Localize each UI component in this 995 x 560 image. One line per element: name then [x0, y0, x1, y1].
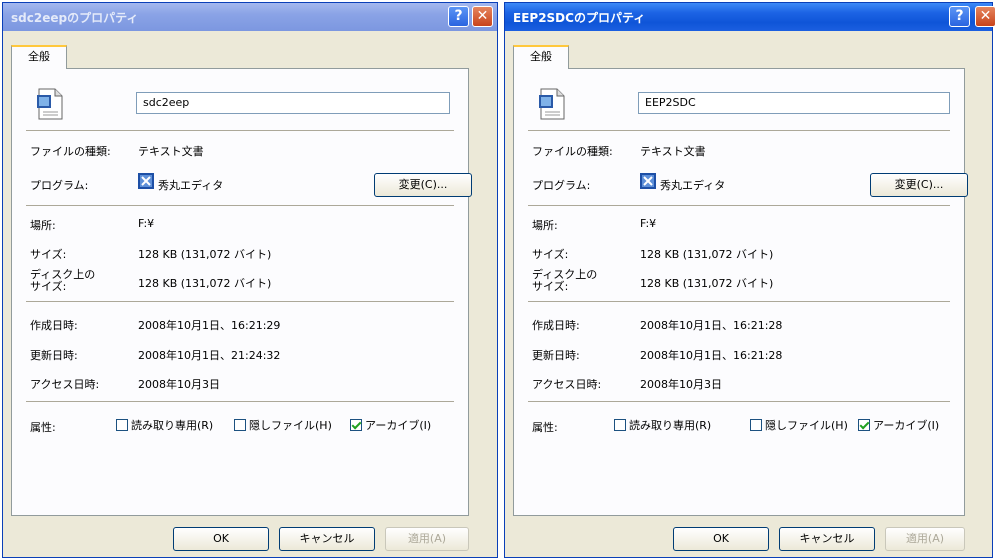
- hidden-checkbox[interactable]: 隠しファイル(H): [750, 417, 848, 433]
- hidden-checkbox-label: 隠しファイル(H): [249, 419, 332, 432]
- accessed-value: 2008年10月3日: [640, 378, 722, 391]
- cancel-button[interactable]: キャンセル: [779, 527, 875, 551]
- program-value: 秀丸エディタ: [158, 179, 224, 192]
- accessed-label: アクセス日時:: [532, 378, 602, 391]
- text-file-icon: [37, 88, 63, 120]
- file-name-input[interactable]: EEP2SDC: [638, 92, 950, 114]
- divider: [26, 401, 454, 402]
- properties-dialog-sdc2eep: sdc2eepのプロパティ ? ✕ 全般 sdc2eep ファイルの種類: テキ…: [2, 2, 498, 558]
- readonly-checkbox[interactable]: 読み取り専用(R): [116, 417, 213, 433]
- title-bar[interactable]: EEP2SDCのプロパティ ? ✕: [505, 3, 995, 31]
- size-value: 128 KB (131,072 バイト): [640, 248, 774, 261]
- text-file-icon: [539, 88, 565, 120]
- checkbox-box[interactable]: [614, 419, 626, 431]
- size-value: 128 KB (131,072 バイト): [138, 248, 272, 261]
- modified-value: 2008年10月1日、16:21:28: [640, 349, 783, 362]
- archive-checkbox-label: アーカイブ(I): [365, 419, 432, 432]
- general-tab-panel: EEP2SDC ファイルの種類: テキスト文書 プログラム: 秀丸エディタ 変更…: [513, 68, 968, 516]
- attributes-label: 属性:: [532, 421, 558, 434]
- window-title: EEP2SDCのプロパティ: [513, 11, 646, 25]
- checkbox-box[interactable]: [750, 419, 762, 431]
- divider: [528, 130, 950, 131]
- apply-button[interactable]: 適用(A): [885, 527, 965, 551]
- file-type-label: ファイルの種類:: [30, 145, 111, 158]
- disk-size-value: 128 KB (131,072 バイト): [640, 277, 774, 290]
- divider: [528, 205, 950, 206]
- apply-button[interactable]: 適用(A): [385, 527, 469, 551]
- ok-button[interactable]: OK: [673, 527, 769, 551]
- close-button[interactable]: ✕: [975, 6, 995, 27]
- help-button[interactable]: ?: [949, 6, 970, 27]
- disk-size-value: 128 KB (131,072 バイト): [138, 277, 272, 290]
- divider: [26, 130, 454, 131]
- readonly-checkbox-label: 読み取り専用(R): [629, 419, 712, 432]
- size-label: サイズ:: [30, 248, 67, 261]
- tab-general[interactable]: 全般: [11, 45, 67, 69]
- checkbox-box[interactable]: [116, 419, 128, 431]
- hidden-checkbox[interactable]: 隠しファイル(H): [234, 417, 332, 433]
- file-type-value: テキスト文書: [138, 145, 204, 158]
- readonly-checkbox-label: 読み取り専用(R): [131, 419, 214, 432]
- cancel-button[interactable]: キャンセル: [279, 527, 375, 551]
- location-value: F:¥: [640, 217, 657, 230]
- program-label: プログラム:: [532, 179, 591, 192]
- location-label: 場所:: [532, 219, 558, 232]
- archive-checkbox[interactable]: アーカイブ(I): [350, 417, 431, 433]
- file-type-value: テキスト文書: [640, 145, 706, 158]
- disk-size-label: ディスク上のサイズ:: [30, 268, 96, 293]
- created-value: 2008年10月1日、16:21:29: [138, 319, 281, 332]
- divider: [528, 401, 950, 402]
- window-title: sdc2eepのプロパティ: [11, 11, 139, 25]
- archive-checkbox-label: アーカイブ(I): [873, 419, 940, 432]
- program-value: 秀丸エディタ: [660, 179, 726, 192]
- file-name-input[interactable]: sdc2eep: [136, 92, 450, 114]
- checkbox-box-checked[interactable]: [858, 419, 870, 431]
- help-button[interactable]: ?: [448, 6, 469, 27]
- created-value: 2008年10月1日、16:21:28: [640, 319, 783, 332]
- size-label: サイズ:: [532, 248, 569, 261]
- title-bar[interactable]: sdc2eepのプロパティ ? ✕: [3, 3, 497, 31]
- divider: [26, 205, 454, 206]
- properties-dialog-eep2sdc: EEP2SDCのプロパティ ? ✕ 全般 EEP2SDC ファイルの種類: テキ…: [504, 2, 995, 558]
- general-tab-panel: sdc2eep ファイルの種類: テキスト文書 プログラム: 秀丸エディタ 変更…: [11, 68, 472, 516]
- disk-size-label: ディスク上のサイズ:: [532, 268, 598, 293]
- program-label: プログラム:: [30, 179, 89, 192]
- modified-label: 更新日時:: [30, 349, 78, 362]
- close-button[interactable]: ✕: [472, 6, 493, 27]
- change-program-button[interactable]: 変更(C)...: [374, 173, 472, 197]
- checkbox-box[interactable]: [234, 419, 246, 431]
- hidemaru-editor-icon: [138, 173, 154, 189]
- created-label: 作成日時:: [532, 319, 580, 332]
- checkbox-box-checked[interactable]: [350, 419, 362, 431]
- divider: [528, 301, 950, 302]
- divider: [26, 301, 454, 302]
- attributes-label: 属性:: [30, 421, 56, 434]
- created-label: 作成日時:: [30, 319, 78, 332]
- ok-button[interactable]: OK: [173, 527, 269, 551]
- modified-label: 更新日時:: [532, 349, 580, 362]
- modified-value: 2008年10月1日、21:24:32: [138, 349, 281, 362]
- hidden-checkbox-label: 隠しファイル(H): [765, 419, 848, 432]
- hidemaru-editor-icon: [640, 173, 656, 189]
- readonly-checkbox[interactable]: 読み取り専用(R): [614, 417, 711, 433]
- archive-checkbox[interactable]: アーカイブ(I): [858, 417, 939, 433]
- accessed-label: アクセス日時:: [30, 378, 100, 391]
- location-value: F:¥: [138, 217, 155, 230]
- location-label: 場所:: [30, 219, 56, 232]
- tab-general[interactable]: 全般: [513, 45, 569, 69]
- change-program-button[interactable]: 変更(C)...: [870, 173, 968, 197]
- accessed-value: 2008年10月3日: [138, 378, 220, 391]
- file-type-label: ファイルの種類:: [532, 145, 613, 158]
